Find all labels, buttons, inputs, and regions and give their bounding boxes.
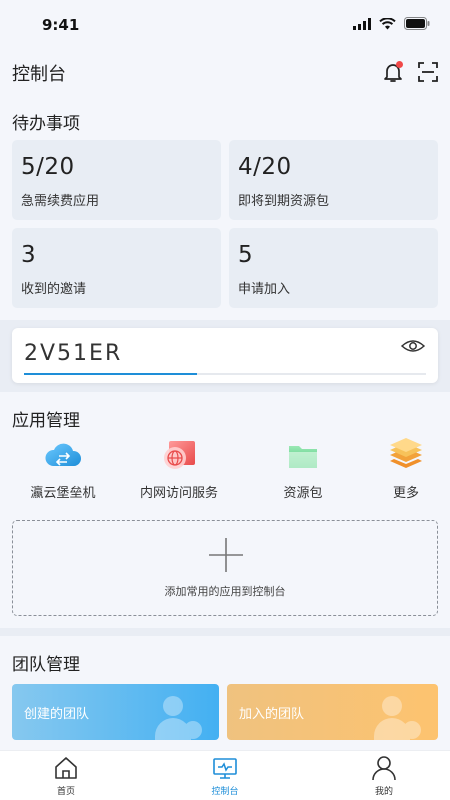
verification-code: 2V51ER <box>24 341 123 366</box>
app-label: 资源包 <box>283 486 323 501</box>
cloud-icon <box>45 443 82 466</box>
add-app-text: 添加常用的应用到控制台 <box>164 585 286 598</box>
bell-icon <box>384 61 403 82</box>
app-bastion[interactable]: 瀛云堡垒机 <box>8 438 118 502</box>
app-label: 瀛云堡垒机 <box>30 486 96 501</box>
scan-icon <box>418 62 438 82</box>
tab-label: 我的 <box>374 787 393 797</box>
section-divider <box>0 628 450 636</box>
team-section-title: 团队管理 <box>12 655 80 675</box>
tab-profile[interactable]: 我的 <box>344 755 424 797</box>
app-intranet[interactable]: 内网访问服务 <box>124 438 234 502</box>
code-timer-progress <box>24 373 197 375</box>
toggle-visibility-button[interactable] <box>400 336 426 356</box>
todo-section-title: 待办事项 <box>12 114 80 134</box>
tab-console[interactable]: 控制台 <box>185 755 265 797</box>
todo-label: 即将到期资源包 <box>238 194 330 209</box>
app-resource-pack[interactable]: 资源包 <box>248 438 358 502</box>
add-app-box[interactable]: 添加常用的应用到控制台 <box>12 520 438 616</box>
todo-label: 申请加入 <box>238 282 291 297</box>
wifi-icon <box>379 17 396 29</box>
status-bar: 9:41 <box>0 0 450 50</box>
todo-card-invites[interactable]: 3 收到的邀请 <box>12 228 221 308</box>
console-icon <box>213 758 237 779</box>
page-title: 控制台 <box>12 64 66 85</box>
signal-icon <box>353 17 371 30</box>
code-card: 2V51ER <box>12 328 438 383</box>
code-timer-track <box>24 373 426 375</box>
todo-value: 3 <box>21 242 37 268</box>
app-label: 内网访问服务 <box>139 486 218 501</box>
globe-icon <box>164 441 195 469</box>
folder-icon <box>289 446 317 468</box>
team-label: 加入的团队 <box>239 707 305 722</box>
joined-teams-card[interactable]: 加入的团队 <box>227 684 438 740</box>
todo-value: 4/20 <box>238 154 292 180</box>
notification-button[interactable] <box>379 58 407 86</box>
tab-home[interactable]: 首页 <box>26 755 106 797</box>
team-icon <box>374 696 421 740</box>
app-more[interactable]: 更多 <box>351 438 450 502</box>
tab-label: 控制台 <box>211 787 239 797</box>
tab-label: 首页 <box>56 787 75 797</box>
todo-card-expiring[interactable]: 4/20 即将到期资源包 <box>229 140 438 220</box>
header: 控制台 <box>0 50 450 94</box>
status-time: 9:41 <box>42 16 80 34</box>
created-teams-card[interactable]: 创建的团队 <box>12 684 219 740</box>
layers-icon <box>390 438 422 468</box>
todo-card-renew[interactable]: 5/20 急需续费应用 <box>12 140 221 220</box>
todo-label: 急需续费应用 <box>21 194 100 209</box>
todo-value: 5/20 <box>21 154 75 180</box>
todo-label: 收到的邀请 <box>21 282 87 297</box>
scan-button[interactable] <box>414 58 442 86</box>
app-label: 更多 <box>392 486 419 501</box>
home-icon <box>55 757 77 779</box>
tab-bar: 首页 控制台 我的 <box>0 750 450 800</box>
todo-card-join-requests[interactable]: 5 申请加入 <box>229 228 438 308</box>
battery-icon <box>404 17 430 30</box>
user-icon <box>372 756 396 781</box>
todo-value: 5 <box>238 242 254 268</box>
team-icon <box>155 696 202 740</box>
plus-icon <box>209 538 243 572</box>
status-icons <box>353 17 430 30</box>
team-label: 创建的团队 <box>24 707 90 722</box>
apps-section-title: 应用管理 <box>12 411 80 431</box>
eye-icon <box>400 340 426 352</box>
